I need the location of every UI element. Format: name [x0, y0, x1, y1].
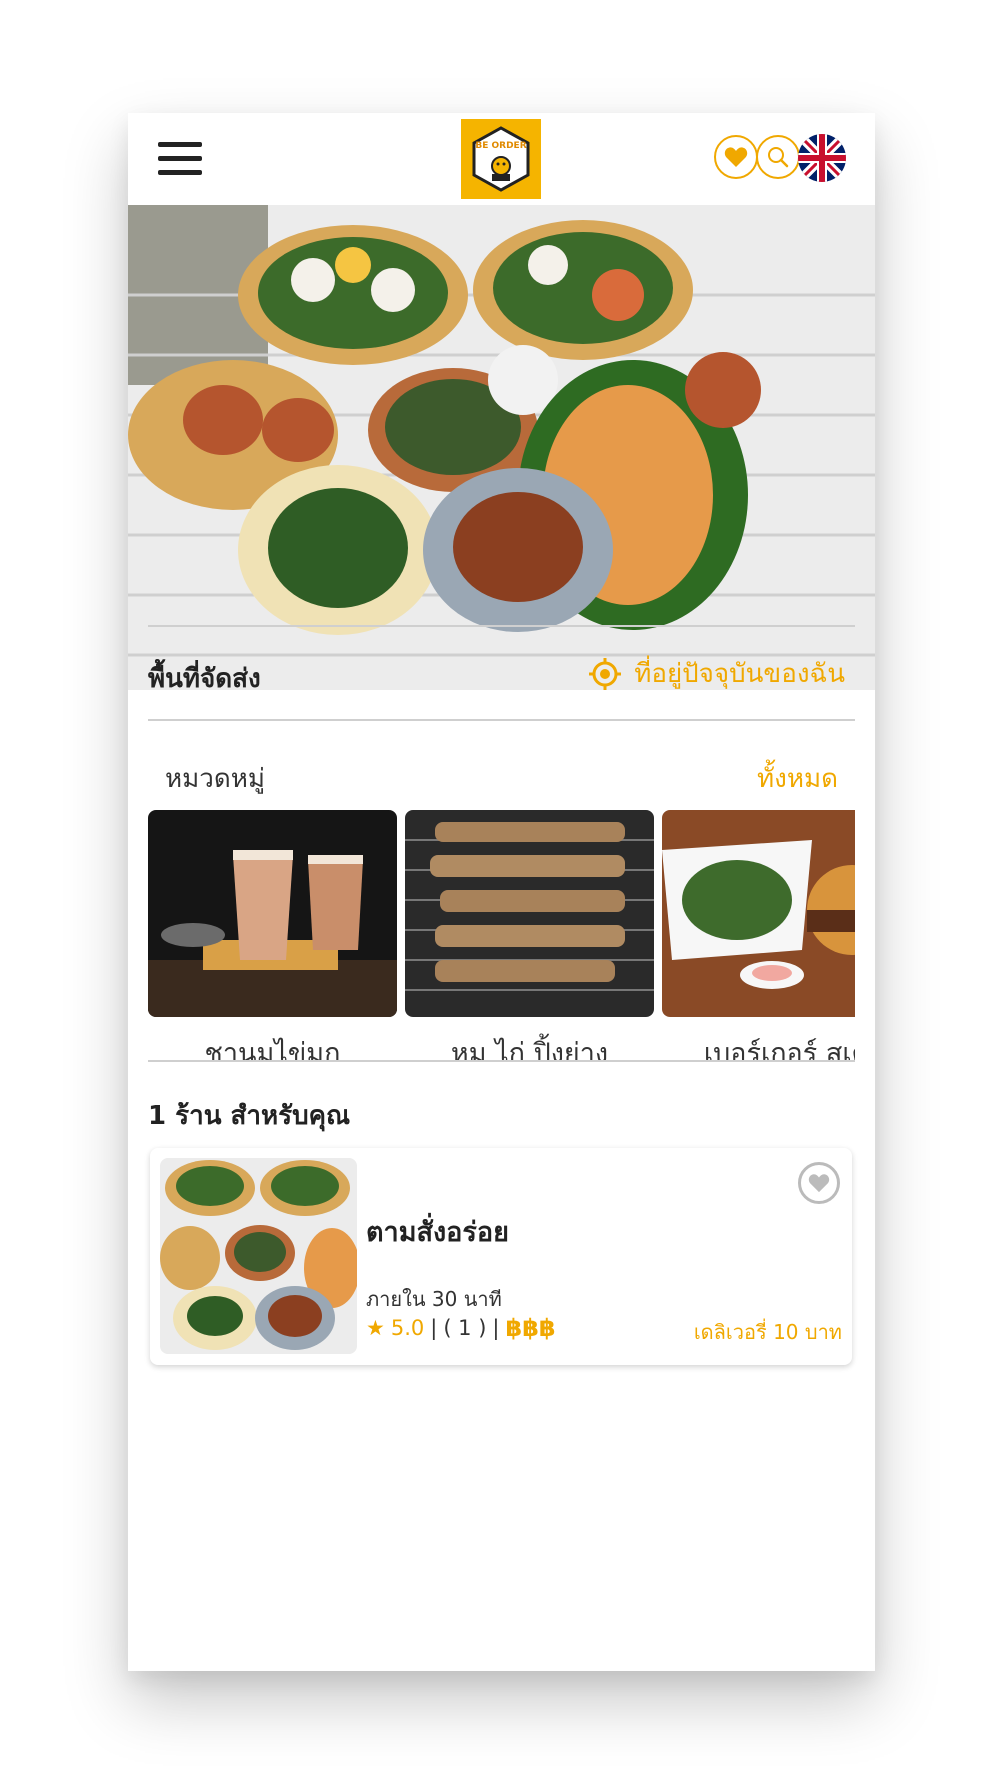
hamburger-menu-icon[interactable]: [158, 142, 202, 176]
category-item-grilled-meat[interactable]: หมู ไก่ ปิ้งย่าง: [405, 810, 654, 1060]
restaurant-meta: ★ 5.0 | ( 1 ) | ฿฿฿: [366, 1314, 556, 1342]
see-all-categories-link[interactable]: ทั้งหมด: [757, 758, 838, 799]
review-count: ( 1 ): [443, 1316, 487, 1340]
restaurant-image: [160, 1158, 357, 1354]
category-image: [405, 810, 654, 1017]
restaurant-card[interactable]: ตามสั่งอร่อย ภายใน 30 นาที ★ 5.0 | ( 1 )…: [150, 1148, 852, 1365]
app-logo[interactable]: BE ORDER: [461, 119, 541, 199]
search-icon[interactable]: [756, 135, 800, 179]
category-image: [148, 810, 397, 1017]
category-image: [662, 810, 855, 1017]
rating-value: 5.0: [390, 1316, 425, 1340]
categories-title: หมวดหมู่: [165, 764, 266, 794]
current-location-button[interactable]: ที่อยู่ปัจจุบันของฉัน: [588, 653, 845, 694]
separator: |: [430, 1316, 438, 1340]
category-item-burger-steak[interactable]: เบอร์เกอร์ สเต: [662, 810, 855, 1060]
category-carousel[interactable]: ชานมไข่มุก หมู ไก่ ปิ้งย่าง เบอร์เกอร์ ส…: [148, 810, 855, 1060]
star-icon: ★: [366, 1316, 385, 1340]
hero-food-image: [128, 205, 875, 690]
delivery-time: ภายใน 30 นาที: [366, 1287, 502, 1311]
heart-outline-icon[interactable]: [798, 1162, 840, 1204]
separator: |: [492, 1316, 500, 1340]
delivery-area-label: พื้นที่จัดส่ง: [148, 664, 261, 694]
recommended-restaurants-title: 1 ร้าน สำหรับคุณ: [148, 1101, 351, 1131]
price-level: ฿฿฿: [505, 1314, 556, 1342]
category-item-bubble-tea[interactable]: ชานมไข่มุก: [148, 810, 397, 1060]
location-target-icon: [589, 657, 622, 690]
divider: [148, 719, 855, 721]
category-label: ชานมไข่มุก: [204, 1038, 341, 1060]
category-label: หมู ไก่ ปิ้งย่าง: [450, 1038, 609, 1060]
current-location-text: ที่อยู่ปัจจุบันของฉัน: [634, 659, 845, 689]
top-bar: BE ORDER: [128, 113, 875, 205]
svg-text:BE ORDER: BE ORDER: [475, 141, 526, 151]
delivery-fee: เดลิเวอรี่ 10 บาท: [693, 1320, 842, 1344]
category-label: เบอร์เกอร์ สเต: [703, 1038, 855, 1060]
divider: [148, 625, 855, 627]
uk-flag-icon[interactable]: [798, 134, 846, 182]
app-screen: BE ORDER พื้นที่จัดส่ง ที่อยู่ปัจจุบันขอ…: [128, 113, 875, 1671]
heart-icon[interactable]: [714, 135, 758, 179]
restaurant-name: ตามสั่งอร่อย: [366, 1217, 509, 1248]
divider: [148, 1060, 855, 1062]
